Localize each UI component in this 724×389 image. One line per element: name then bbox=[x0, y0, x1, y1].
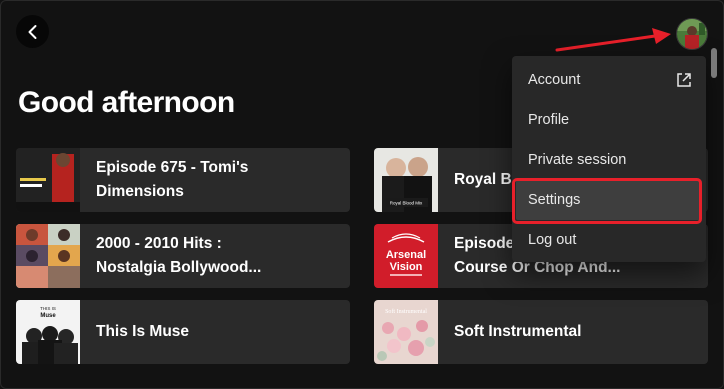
back-button[interactable] bbox=[16, 15, 49, 48]
cover-art-text: Vision bbox=[390, 261, 423, 273]
cover-art-text: Soft Instrumental bbox=[385, 308, 427, 315]
shortcut-title: 2000 - 2010 Hits : Nostalgia Bollywood..… bbox=[96, 235, 262, 276]
profile-avatar-button[interactable] bbox=[676, 18, 708, 50]
shortcut-card[interactable]: 2000 - 2010 Hits : Nostalgia Bollywood..… bbox=[16, 224, 350, 288]
menu-item-label: Settings bbox=[528, 192, 581, 208]
menu-item-log-out[interactable]: Log out bbox=[516, 220, 702, 260]
cover-art: THIS IS Muse bbox=[16, 300, 80, 364]
user-avatar bbox=[677, 19, 707, 49]
shortcut-title: Soft Instrumental bbox=[454, 323, 582, 340]
chevron-left-icon bbox=[28, 24, 36, 39]
menu-item-label: Log out bbox=[528, 232, 577, 248]
cover-art-text: Royal Blood Mix bbox=[390, 201, 423, 206]
shortcut-card[interactable]: Soft Instrumental Soft Instrumental bbox=[374, 300, 708, 364]
cover-art bbox=[16, 148, 80, 212]
cover-art-text: Arsenal bbox=[386, 249, 426, 261]
cover-art: Royal Blood Mix bbox=[374, 148, 438, 212]
cover-art-text: Muse bbox=[40, 313, 56, 319]
shortcut-title: This Is Muse bbox=[96, 323, 190, 340]
menu-item-label: Account bbox=[528, 72, 581, 88]
cover-art: Arsenal Vision bbox=[374, 224, 438, 288]
shortcut-title: Episode 675 - Tomi's Dimensions bbox=[96, 159, 249, 200]
page-title: Good afternoon bbox=[18, 86, 235, 119]
cover-art bbox=[16, 224, 80, 288]
profile-menu: Account Profile Private session Settings… bbox=[512, 56, 706, 262]
annotation-arrow bbox=[555, 28, 671, 52]
menu-item-profile[interactable]: Profile bbox=[516, 100, 702, 140]
menu-item-private-session[interactable]: Private session bbox=[516, 140, 702, 180]
cover-art-text: THIS IS bbox=[40, 306, 56, 311]
menu-item-account[interactable]: Account bbox=[516, 60, 702, 100]
menu-item-label: Profile bbox=[528, 112, 570, 128]
external-link-icon bbox=[677, 73, 691, 87]
menu-item-settings[interactable]: Settings bbox=[516, 180, 702, 220]
shortcut-card[interactable]: THIS IS Muse This Is Muse bbox=[16, 300, 350, 364]
shortcut-card[interactable]: Episode 675 - Tomi's Dimensions bbox=[16, 148, 350, 212]
menu-item-label: Private session bbox=[528, 152, 627, 168]
cover-art: Soft Instrumental bbox=[374, 300, 438, 364]
scrollbar-thumb[interactable] bbox=[711, 48, 717, 78]
